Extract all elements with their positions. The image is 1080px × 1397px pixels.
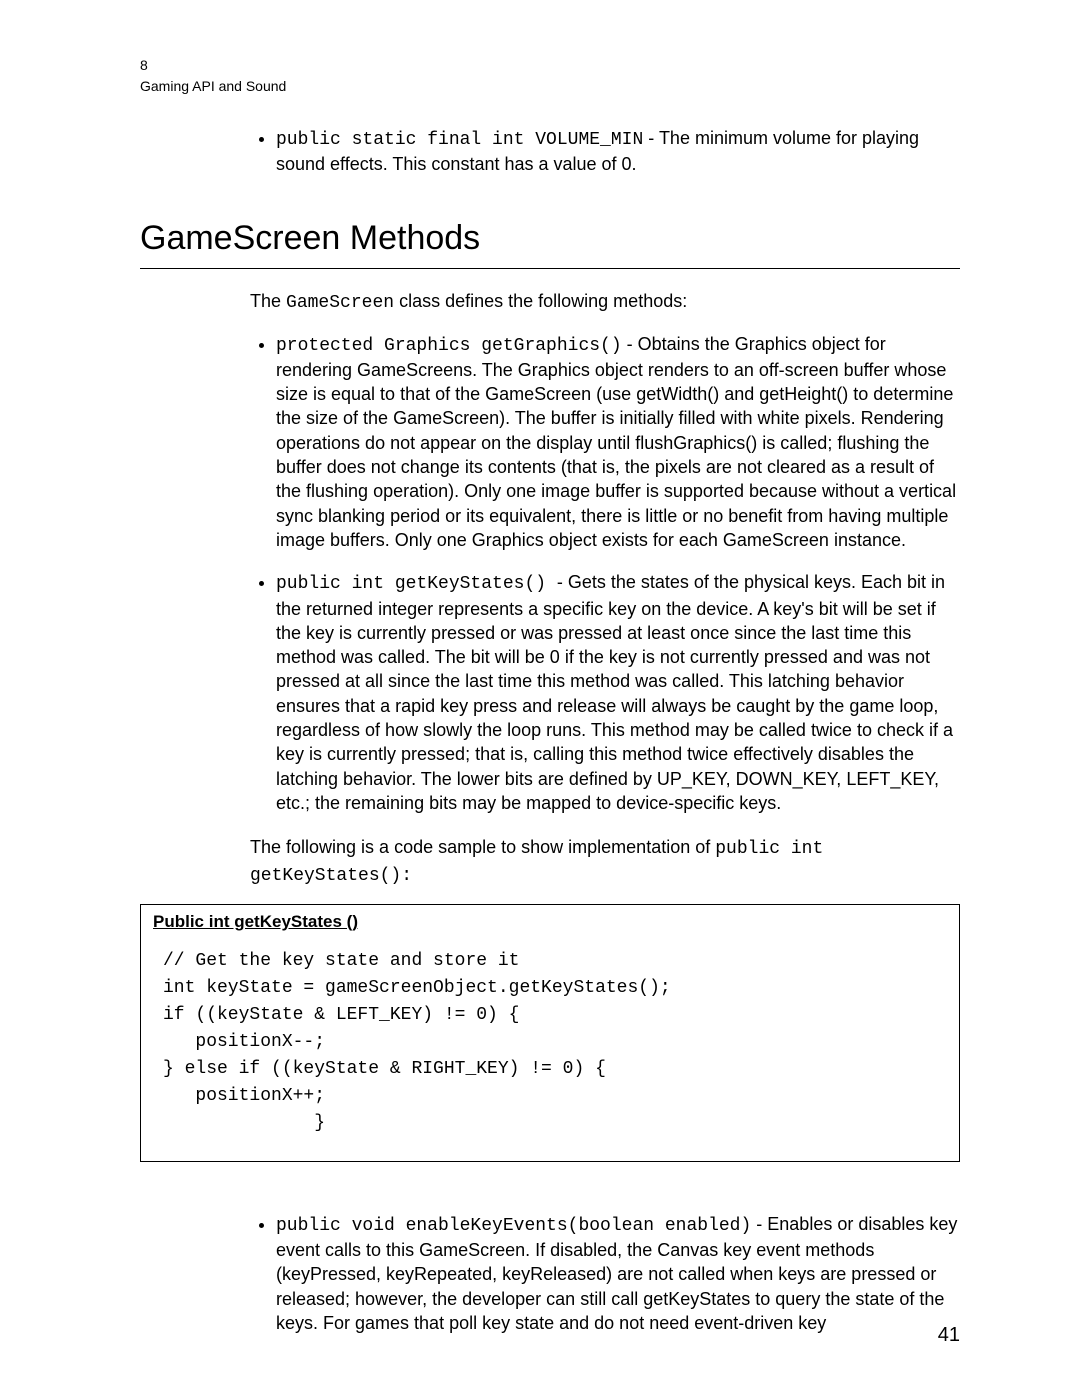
code-literal: public static final int VOLUME_MIN (276, 130, 643, 150)
intro-pre: The (250, 291, 286, 311)
separator: - (643, 128, 659, 148)
code-literal: protected Graphics getGraphics() (276, 336, 622, 356)
footer-page-number: 41 (938, 1322, 960, 1349)
separator: - (622, 334, 638, 354)
separator: - (557, 572, 568, 592)
top-bullet-block: public static final int VOLUME_MIN - The… (250, 126, 960, 177)
code-literal: public int getKeyStates() (276, 574, 557, 594)
section-heading-gamescreen-methods: GameScreen Methods (140, 216, 960, 269)
bullet-description: Obtains the Graphics object for renderin… (276, 334, 956, 550)
intro-post: class defines the following methods: (394, 291, 687, 311)
code-literal: public void enableKeyEvents(boolean enab… (276, 1216, 751, 1236)
code-sample-intro: The following is a code sample to show i… (250, 835, 960, 888)
bullet-getgraphics: protected Graphics getGraphics() - Obtai… (276, 332, 960, 553)
sample-intro-pre: The following is a code sample to show i… (250, 837, 715, 857)
code-sample-body: // Get the key state and store it int ke… (163, 948, 959, 1137)
method-list: protected Graphics getGraphics() - Obtai… (250, 332, 960, 816)
separator: - (751, 1214, 767, 1234)
code-sample-title: Public int getKeyStates () (141, 905, 959, 938)
bullet-enablekeyevents: public void enableKeyEvents(boolean enab… (276, 1212, 960, 1335)
header-chapter-number: 8 (140, 56, 960, 75)
intro-paragraph: The GameScreen class defines the followi… (250, 289, 960, 315)
intro-code: GameScreen (286, 293, 394, 313)
code-sample-box: Public int getKeyStates () // Get the ke… (140, 904, 960, 1162)
bullet-getkeystates: public int getKeyStates() - Gets the sta… (276, 570, 960, 815)
header-section-title: Gaming API and Sound (140, 77, 960, 96)
section-body: The GameScreen class defines the followi… (250, 289, 960, 888)
bullet-description: Gets the states of the physical keys. Ea… (276, 572, 953, 813)
bottom-bullet-block: public void enableKeyEvents(boolean enab… (250, 1212, 960, 1335)
document-page: 8 Gaming API and Sound public static fin… (0, 0, 1080, 1397)
bullet-volume-min: public static final int VOLUME_MIN - The… (276, 126, 960, 177)
